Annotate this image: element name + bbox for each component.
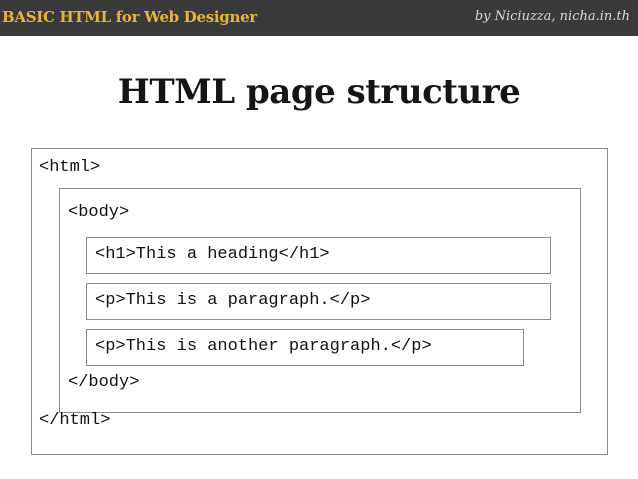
top-bar: BASIC HTML for Web Designer by Niciuzza,… (0, 0, 638, 36)
body-close-tag: </body> (68, 373, 140, 392)
h1-code-line: <h1>This a heading</h1> (95, 245, 330, 264)
paragraph-code-line: <p>This is a paragraph.</p> (95, 291, 371, 310)
html-close-tag: </html> (39, 411, 111, 430)
html-open-tag: <html> (39, 158, 101, 177)
paragraph-element-box: <p>This is a paragraph.</p> (86, 283, 551, 320)
course-title: BASIC HTML for Web Designer (2, 8, 257, 26)
author-byline: by Niciuzza, nicha.in.th (474, 9, 630, 24)
body-element-box: <body> <h1>This a heading</h1> <p>This i… (59, 188, 581, 413)
html-element-box: <html> <body> <h1>This a heading</h1> <p… (31, 148, 608, 455)
slide-title: HTML page structure (117, 72, 521, 112)
body-open-tag: <body> (68, 203, 130, 222)
second-paragraph-element-box: <p>This is another paragraph.</p> (86, 329, 524, 366)
h1-element-box: <h1>This a heading</h1> (86, 237, 551, 274)
second-paragraph-code-line: <p>This is another paragraph.</p> (95, 337, 432, 356)
